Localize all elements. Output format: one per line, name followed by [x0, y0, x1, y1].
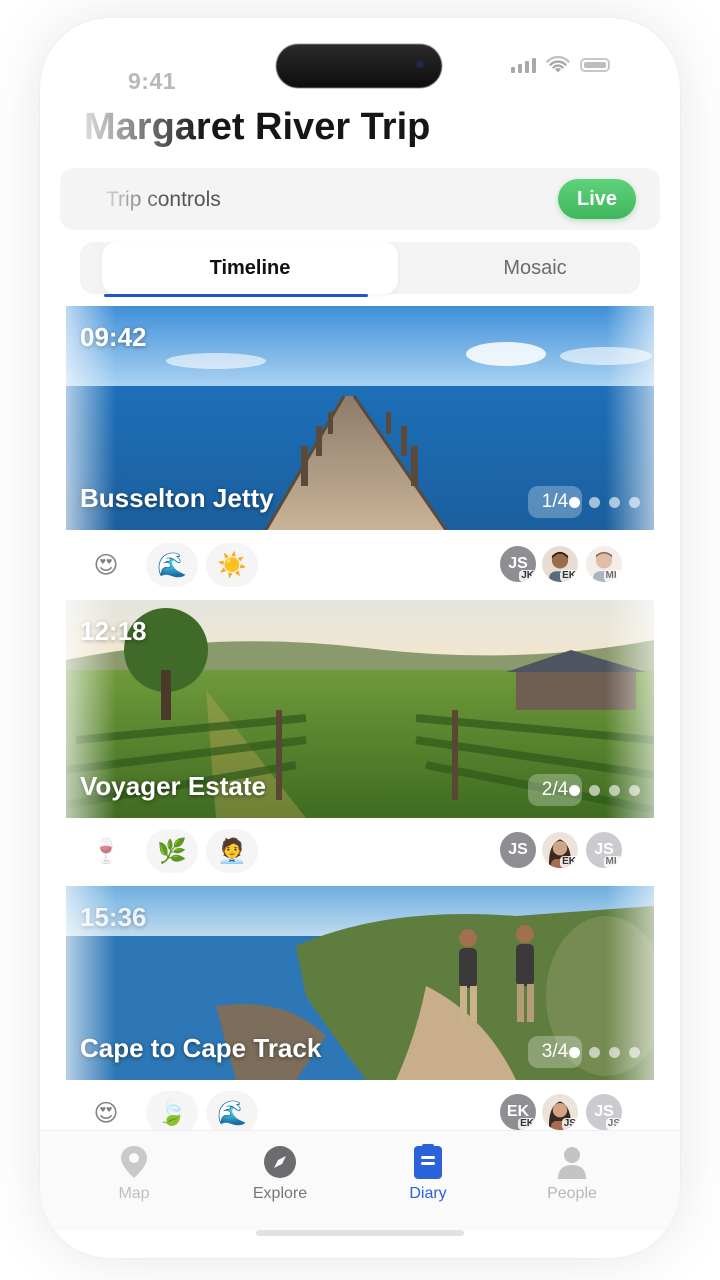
avatar: EK EK: [498, 1092, 538, 1132]
reaction-row: 😍 🌊 ☀️ JS JK EK ML: [80, 540, 640, 590]
tab-label: Explore: [252, 1185, 308, 1202]
participant-avatars[interactable]: JS EK JS ML: [498, 830, 628, 874]
entry-place: Cape to Cape Track: [80, 1033, 322, 1063]
live-toggle[interactable]: Live: [558, 179, 636, 219]
entry-time: 09:42: [80, 322, 147, 352]
battery-icon: [580, 58, 610, 72]
entry-time: 15:36: [80, 902, 147, 932]
reaction-button[interactable]: 😍: [80, 543, 132, 587]
entry-time: 12:18: [80, 616, 147, 646]
cellular-signal-icon: [511, 57, 536, 73]
status-icons: [511, 56, 610, 74]
tab-label: People: [547, 1185, 597, 1202]
dynamic-island: [276, 44, 442, 88]
avatar: EK: [540, 544, 580, 584]
reaction-button[interactable]: 🍷: [80, 829, 132, 873]
compass-icon: [263, 1145, 297, 1179]
reaction-button[interactable]: 🌊: [146, 543, 198, 587]
reaction-button[interactable]: ☀️: [206, 543, 258, 587]
tab-map[interactable]: Map: [74, 1145, 194, 1203]
tab-timeline[interactable]: Timeline: [102, 242, 398, 297]
tab-explore[interactable]: Explore: [220, 1145, 340, 1203]
wifi-icon: [546, 56, 570, 73]
tab-label: Diary: [409, 1185, 447, 1202]
trip-controls-bar: Trip controls Live: [60, 168, 660, 230]
avatar: JS JS: [584, 1092, 624, 1132]
avatar: JS: [540, 1092, 580, 1132]
avatar: JS: [498, 830, 538, 870]
reaction-button[interactable]: 😍: [80, 1091, 132, 1135]
tab-people[interactable]: People: [512, 1145, 632, 1203]
diary-entry-card[interactable]: 09:42 Busselton Jetty 1/4: [66, 306, 654, 530]
status-time: 9:41: [128, 68, 177, 94]
reaction-button[interactable]: 🍃: [146, 1091, 198, 1135]
diary-entry-card[interactable]: 15:36 Cape to Cape Track 3/4: [66, 886, 654, 1080]
page-title: Margaret River Trip: [84, 106, 431, 148]
camera-dot: [416, 60, 424, 68]
tab-diary[interactable]: Diary: [368, 1144, 488, 1203]
reaction-row: 🍷 🌿 🧑‍💼 JS EK JS ML: [80, 826, 640, 876]
participant-avatars[interactable]: JS JK EK ML: [498, 544, 628, 588]
diary-entry-card[interactable]: 12:18 Voyager Estate 2/4: [66, 600, 654, 818]
entry-place: Voyager Estate: [80, 771, 266, 801]
avatar: JS ML: [584, 830, 624, 870]
photo-pager-dots[interactable]: [569, 497, 640, 508]
bottom-tab-bar: Map Explore Diary People: [40, 1130, 680, 1231]
photo-pager-dots[interactable]: [569, 785, 640, 796]
view-tabs: Timeline Mosaic: [80, 242, 640, 297]
avatar: ML: [584, 544, 624, 584]
reaction-button[interactable]: 🧑‍💼: [206, 829, 258, 873]
photo-pager-dots[interactable]: [569, 1047, 640, 1058]
map-pin-icon: [117, 1145, 151, 1179]
reaction-button[interactable]: 🌊: [206, 1091, 258, 1135]
tab-label: Map: [118, 1185, 150, 1202]
phone-frame: 9:41 Margaret River Trip Trip controls L…: [40, 18, 680, 1258]
reaction-button[interactable]: 🌿: [146, 829, 198, 873]
avatar: EK: [540, 830, 580, 870]
person-icon: [555, 1145, 589, 1179]
diary-icon: [411, 1144, 445, 1179]
entry-place: Busselton Jetty: [80, 483, 274, 513]
tab-mosaic[interactable]: Mosaic: [398, 242, 672, 294]
home-indicator: [256, 1230, 464, 1236]
avatar: JS JK: [498, 544, 538, 584]
trip-controls-label: Trip controls: [106, 188, 221, 211]
